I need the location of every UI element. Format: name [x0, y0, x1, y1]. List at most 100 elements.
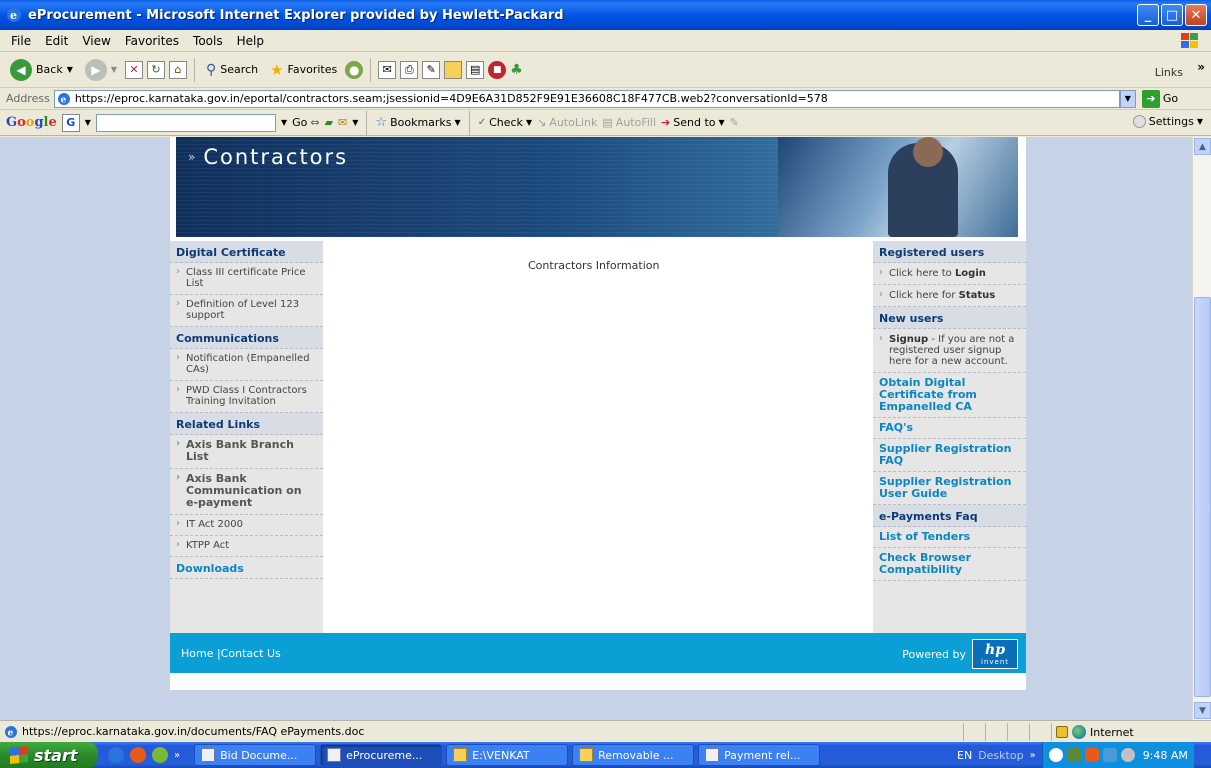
outlook-quicklaunch-icon[interactable] [130, 747, 146, 763]
downloads-link[interactable]: Downloads [170, 557, 323, 579]
task-label: Payment rel... [724, 748, 801, 762]
network-icon[interactable] [1066, 748, 1081, 762]
menu-help[interactable]: Help [230, 34, 271, 48]
folder-icon[interactable] [444, 60, 463, 79]
taskbar: start » Bid Docume... eProcureme... E:\V… [0, 742, 1211, 768]
toolbar-chevron-icon[interactable]: » [1197, 60, 1205, 74]
mail-icon[interactable]: ✉ [378, 60, 397, 79]
scroll-down-icon[interactable]: ▼ [1194, 702, 1211, 719]
task-payment[interactable]: Payment rel... [698, 744, 821, 766]
google-go-button[interactable]: Go ⇔ [292, 116, 319, 129]
scroll-thumb[interactable] [1194, 297, 1211, 697]
google-settings-button[interactable]: Settings ▼ [1132, 115, 1203, 128]
highlighter-icon[interactable]: ✎ [730, 116, 739, 129]
ie-quicklaunch-icon[interactable] [108, 747, 124, 763]
address-dropdown-icon[interactable]: ▼ [1119, 89, 1136, 108]
tray-chevron-icon[interactable]: » [1030, 750, 1036, 761]
svg-text:e: e [60, 95, 66, 105]
research-icon[interactable]: ▤ [466, 60, 485, 79]
clock[interactable]: 9:48 AM [1143, 749, 1188, 762]
autofill-icon: ▤ [602, 116, 613, 129]
list-of-tenders-link[interactable]: List of Tenders [873, 527, 1026, 548]
menu-view[interactable]: View [75, 34, 117, 48]
messenger-quicklaunch-icon[interactable] [152, 747, 168, 763]
refresh-icon[interactable]: ↻ [147, 60, 166, 79]
close-button[interactable]: ✕ [1185, 4, 1207, 26]
level-support-link[interactable]: Definition of Level 123 support [170, 295, 323, 327]
banner-arrow-icon: » [188, 150, 198, 164]
pwd-training-link[interactable]: PWD Class I Contractors Training Invitat… [170, 381, 323, 413]
minimize-button[interactable]: _ [1137, 4, 1159, 26]
antivirus-icon[interactable] [1102, 748, 1117, 762]
notification-link[interactable]: Notification (Empanelled CAs) [170, 349, 323, 381]
status-link[interactable]: Click here for Status [873, 285, 1026, 307]
menu-edit[interactable]: Edit [38, 34, 75, 48]
desktop-toolbar-label[interactable]: Desktop [978, 749, 1023, 762]
pagerank-icon[interactable]: ▰ [325, 116, 333, 129]
back-button[interactable]: ◀ Back ▼ [6, 57, 77, 83]
options-dropdown-icon[interactable]: ▼ [352, 118, 358, 127]
google-search-input[interactable] [95, 113, 276, 132]
check-browser-link[interactable]: Check Browser Compatibility [873, 548, 1026, 581]
spell-check-button[interactable]: ✓ Check ▼ [478, 116, 532, 129]
blocker-icon[interactable]: ■ [488, 60, 507, 79]
task-eprocurement[interactable]: eProcureme... [320, 744, 443, 766]
media-icon[interactable]: ● [345, 60, 364, 79]
home-icon[interactable]: ⌂ [169, 60, 188, 79]
hp-logo[interactable]: hp invent [972, 639, 1018, 669]
forward-button[interactable]: ▶ ▼ [81, 57, 121, 83]
send-to-button[interactable]: ➔ Send to ▼ [661, 116, 725, 129]
menu-file[interactable]: File [4, 34, 38, 48]
google-menu-icon[interactable]: G [61, 113, 80, 132]
axis-branch-list-link[interactable]: Axis Bank Branch List [170, 435, 323, 469]
print-icon[interactable]: ⎙ [400, 60, 419, 79]
send-to-icon: ➔ [661, 116, 671, 129]
task-removable[interactable]: Removable ... [572, 744, 695, 766]
security-zone[interactable]: Internet [1051, 723, 1211, 741]
autolink-button[interactable]: ↘ AutoLink [537, 116, 597, 129]
popup-blocker-icon[interactable]: ✉ [338, 116, 347, 129]
faqs-link[interactable]: FAQ's [873, 418, 1026, 439]
address-input[interactable]: e https://eproc.karnataka.gov.in/eportal… [53, 89, 1120, 108]
quicklaunch-chevron-icon[interactable]: » [174, 750, 180, 761]
it-act-link[interactable]: IT Act 2000 [170, 515, 323, 536]
outlook-tray-icon[interactable] [1084, 748, 1099, 762]
epayments-faq-heading[interactable]: e-Payments Faq [873, 505, 1026, 527]
google-search-dropdown-icon[interactable]: ▼ [281, 118, 287, 127]
edit-icon[interactable]: ✎ [422, 60, 441, 79]
obtain-certificate-link[interactable]: Obtain Digital Certificate from Empanell… [873, 373, 1026, 418]
favorites-button[interactable]: ★ Favorites [266, 59, 341, 81]
google-toolbar: Google G ▼ ▼ Go ⇔ ▰ ✉ ▼ ☆ Bookmarks ▼ ✓ … [0, 110, 1211, 136]
search-button[interactable]: ⚲ Search [202, 60, 262, 80]
back-arrow-tray-icon[interactable] [1048, 748, 1063, 762]
volume-icon[interactable] [1120, 748, 1135, 762]
supplier-guide-link[interactable]: Supplier Registration User Guide [873, 472, 1026, 505]
supplier-faq-link[interactable]: Supplier Registration FAQ [873, 439, 1026, 472]
start-button[interactable]: start [0, 742, 98, 768]
autofill-button[interactable]: ▤ AutoFill [602, 116, 656, 129]
language-indicator[interactable]: EN [957, 749, 972, 762]
ktpp-act-link[interactable]: KTPP Act [170, 536, 323, 557]
vertical-scrollbar[interactable]: ▲ ▼ [1192, 137, 1211, 720]
class3-price-list-link[interactable]: Class III certificate Price List [170, 263, 323, 295]
task-bid-documents[interactable]: Bid Docume... [194, 744, 317, 766]
go-button[interactable]: ➔ Go [1141, 89, 1178, 108]
login-link[interactable]: Click here to Login [873, 263, 1026, 285]
signup-link[interactable]: Signup - If you are not a registered use… [873, 329, 1026, 373]
google-menu-dropdown-icon[interactable]: ▼ [85, 118, 91, 127]
menu-tools[interactable]: Tools [186, 34, 230, 48]
bookmarks-button[interactable]: ☆ Bookmarks ▼ [375, 115, 460, 130]
task-e-venkat[interactable]: E:\VENKAT [446, 744, 569, 766]
scroll-up-icon[interactable]: ▲ [1194, 138, 1211, 155]
quick-launch: » [98, 747, 190, 763]
google-logo[interactable]: Google [6, 115, 57, 130]
title-bar[interactable]: e eProcurement - Microsoft Internet Expl… [0, 0, 1211, 30]
stop-icon[interactable]: ✕ [125, 60, 144, 79]
axis-communication-link[interactable]: Axis Bank Communication on e-payment [170, 469, 323, 515]
maximize-button[interactable]: □ [1161, 4, 1183, 26]
messenger-icon[interactable]: ♣ [510, 62, 523, 78]
menu-favorites[interactable]: Favorites [118, 34, 186, 48]
footer-links[interactable]: Home |Contact Us [181, 647, 281, 660]
links-label[interactable]: Links [1155, 66, 1183, 79]
status-pane [1029, 723, 1051, 741]
